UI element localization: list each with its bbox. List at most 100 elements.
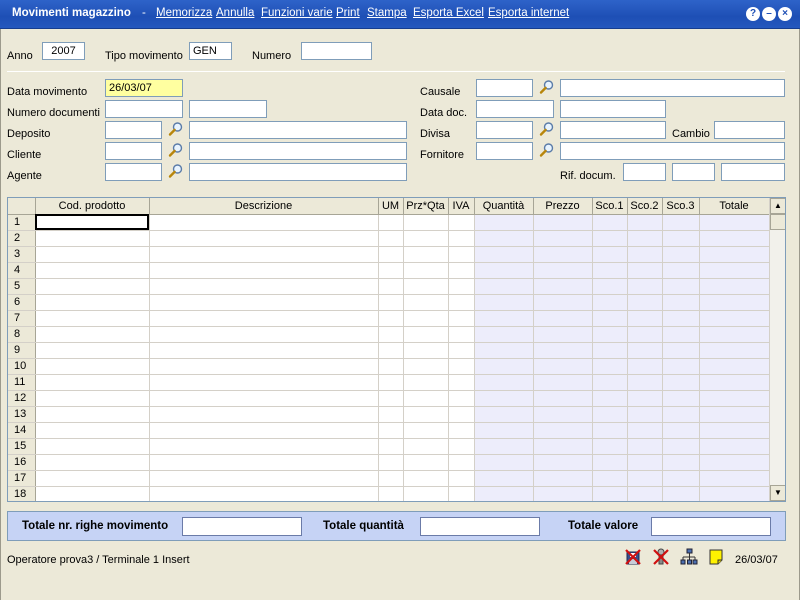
menu-esporta-excel[interactable]: Esporta Excel [413,7,484,19]
menu-annulla[interactable]: Annulla [216,7,254,19]
grid-cell[interactable] [474,470,534,487]
grid-cell[interactable] [592,326,628,343]
grid-cell[interactable] [699,294,770,311]
grid-cell[interactable] [448,374,475,391]
grid-cell[interactable] [149,246,379,263]
grid-cell[interactable] [699,246,770,263]
grid-cell[interactable] [448,294,475,311]
grid-cell[interactable] [149,310,379,327]
grid-cell[interactable] [699,486,770,501]
column-header-4[interactable]: Prz*Qta [403,198,449,215]
column-header-3[interactable]: UM [378,198,404,215]
grid-cell[interactable] [627,470,663,487]
grid-cell[interactable] [403,406,449,423]
cambio-field[interactable] [714,121,785,139]
grid-cell[interactable] [592,278,628,295]
grid-cell[interactable] [627,246,663,263]
grid-cell[interactable] [35,422,150,439]
column-header-9[interactable]: Sco.2 [627,198,663,215]
grid-cell[interactable] [533,374,593,391]
deposito-search-icon[interactable] [168,121,184,137]
grid-cell[interactable] [378,246,404,263]
grid-cell[interactable] [662,294,700,311]
tipo-movimento-field[interactable]: GEN [189,42,232,60]
grid-cell[interactable] [35,342,150,359]
grid-cell[interactable] [592,246,628,263]
grid-cell[interactable] [35,470,150,487]
grid-cell[interactable] [662,246,700,263]
grid-cell[interactable] [474,358,534,375]
cliente-search-icon[interactable] [168,142,184,158]
agente-description-field[interactable] [189,163,407,181]
grid-cell[interactable] [474,374,534,391]
grid-cell[interactable] [592,486,628,501]
grid-cell[interactable] [474,294,534,311]
grid-cell[interactable] [403,358,449,375]
grid-cell[interactable] [35,486,150,501]
grid-cell[interactable] [35,390,150,407]
tools-no-icon[interactable] [652,548,670,566]
grid-cell[interactable] [378,422,404,439]
causale-code-field[interactable] [476,79,533,97]
grid-cell[interactable] [662,454,700,471]
grid-cell[interactable] [474,326,534,343]
grid-cell[interactable] [627,422,663,439]
grid-cell[interactable] [35,262,150,279]
grid-cell[interactable] [474,278,534,295]
grid-cell[interactable] [448,262,475,279]
grid-cell[interactable] [627,358,663,375]
divisa-description-field[interactable] [560,121,666,139]
grid-cell[interactable] [149,262,379,279]
grid-cell[interactable] [378,278,404,295]
grid-cell[interactable] [448,470,475,487]
column-header-8[interactable]: Sco.1 [592,198,628,215]
totale-quantita-field[interactable] [420,517,540,536]
column-header-10[interactable]: Sco.3 [662,198,700,215]
grid-cell[interactable] [403,326,449,343]
grid-cell[interactable] [592,374,628,391]
grid-cell[interactable] [533,454,593,471]
grid-cell[interactable] [662,374,700,391]
grid-cell[interactable] [149,326,379,343]
data-movimento-field[interactable]: 26/03/07 [105,79,183,97]
grid-cell[interactable] [627,310,663,327]
deposito-code-field[interactable] [105,121,162,139]
grid-cell[interactable] [533,438,593,455]
grid-cell[interactable] [627,230,663,247]
agente-search-icon[interactable] [168,163,184,179]
grid-cell[interactable] [627,406,663,423]
grid-cell[interactable] [699,326,770,343]
grid-cell[interactable] [403,470,449,487]
grid-cell[interactable] [662,422,700,439]
grid-cell[interactable] [35,406,150,423]
grid-cell[interactable] [474,406,534,423]
data-doc-field-2[interactable] [560,100,666,118]
menu-stampa[interactable]: Stampa [367,7,407,19]
grid-cell[interactable] [592,262,628,279]
grid-cell[interactable] [662,406,700,423]
grid-cell[interactable] [533,214,593,231]
grid-cell[interactable] [35,230,150,247]
grid-cell[interactable] [662,470,700,487]
grid-cell[interactable] [662,342,700,359]
grid-cell[interactable] [474,486,534,501]
column-header-11[interactable]: Totale [699,198,770,215]
grid-cell[interactable] [474,390,534,407]
minimize-button[interactable]: – [762,7,776,21]
numero-documenti-field-2[interactable] [189,100,267,118]
grid-cell[interactable] [592,342,628,359]
grid-cell[interactable] [403,214,449,231]
grid-cell[interactable] [627,214,663,231]
grid-cell[interactable] [448,246,475,263]
grid-cell[interactable] [378,214,404,231]
grid-cell[interactable] [662,278,700,295]
disk-no-icon[interactable] [624,548,642,566]
grid-cell[interactable] [699,454,770,471]
grid-cell[interactable] [699,406,770,423]
grid-cell[interactable] [474,262,534,279]
grid-cell[interactable] [448,342,475,359]
grid-cell[interactable] [448,214,475,231]
grid-cell[interactable] [403,230,449,247]
note-icon[interactable] [707,548,725,566]
causale-description-field[interactable] [560,79,785,97]
